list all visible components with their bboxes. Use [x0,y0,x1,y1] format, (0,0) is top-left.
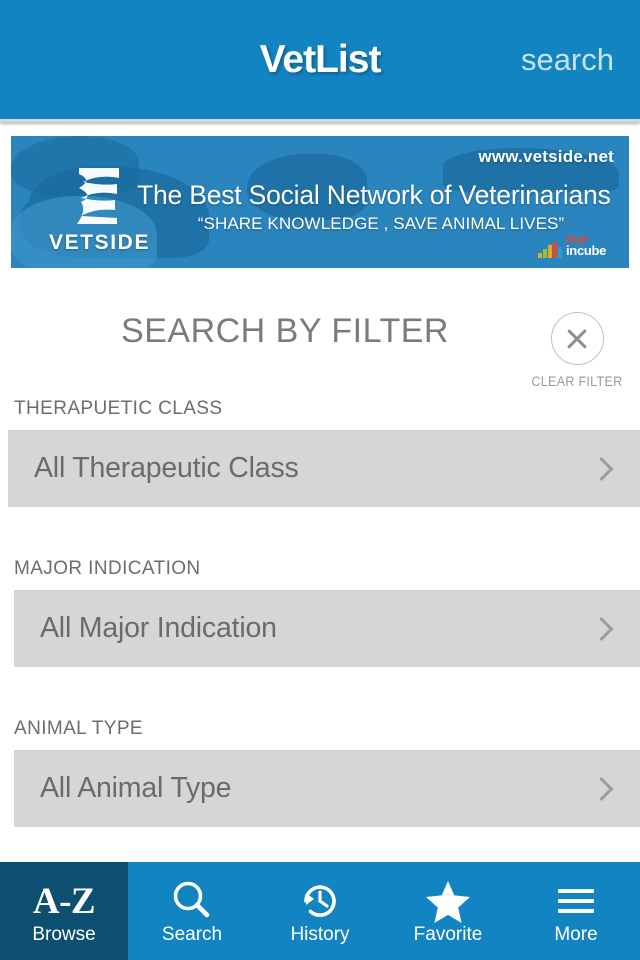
a-z-icon: A-Z [32,878,96,924]
clear-filter-label: CLEAR FILTER [531,374,623,389]
a-z-glyph: A-Z [32,880,96,922]
chevron-right-icon [589,616,614,641]
banner-subtitle: “SHARE KNOWLEDGE , SAVE ANIMAL LIVES” [197,214,565,233]
filter-select-animal-type[interactable]: All Animal Type [14,750,640,827]
star-icon [425,878,471,924]
filter-group-therapeutic-class: THERAPUETIC CLASS [14,398,640,420]
app-root: VetList search VETSIDE www.vetside.net T… [0,0,640,960]
nav-label-search: Search [161,924,223,945]
filter-label: MAJOR INDICATION [14,558,201,579]
true-incube-logo: true incube [538,232,616,260]
bottom-navigation: A-Z Browse Search History Favorite More [0,862,640,960]
banner-ad[interactable]: VETSIDE www.vetside.net The Best Social … [11,136,629,268]
nav-item-favorite[interactable]: Favorite [384,862,512,960]
nav-item-more[interactable]: More [512,862,640,960]
filter-value: All Animal Type [40,772,232,804]
filter-select-therapeutic-class[interactable]: All Therapeutic Class [8,430,640,507]
filter-label: THERAPUETIC CLASS [14,398,223,419]
filter-group-major-indication: MAJOR INDICATION [14,558,640,580]
search-icon [171,878,213,924]
chevron-right-icon [589,776,614,801]
nav-item-history[interactable]: History [256,862,384,960]
incube-bars-icon [538,240,564,258]
nav-item-browse[interactable]: A-Z Browse [0,862,128,960]
nav-label-more: More [554,924,598,945]
filter-group-animal-type: ANIMAL TYPE [14,718,640,740]
vetside-logo-icon [69,162,127,228]
clear-filter-button[interactable]: CLEAR FILTER [526,312,628,389]
header-search-button[interactable]: search [521,0,614,119]
nav-item-search[interactable]: Search [128,862,256,960]
filter-value: All Therapeutic Class [34,452,299,484]
banner-url: www.vetside.net [478,147,614,166]
filter-value: All Major Indication [40,612,277,644]
filter-label: ANIMAL TYPE [14,718,143,739]
hamburger-icon [558,878,594,924]
filter-select-major-indication[interactable]: All Major Indication [14,590,640,667]
incube-word-text: incube [566,243,607,258]
app-header: VetList search [0,0,640,122]
chevron-right-icon [589,456,614,481]
vetside-logo-text: VETSIDE [49,231,151,254]
close-icon[interactable] [550,312,604,365]
nav-label-browse: Browse [32,924,96,945]
history-icon [298,878,342,924]
nav-label-favorite: Favorite [413,924,483,945]
nav-label-history: History [290,924,350,945]
banner-headline: The Best Social Network of Veterinarians [137,180,611,210]
